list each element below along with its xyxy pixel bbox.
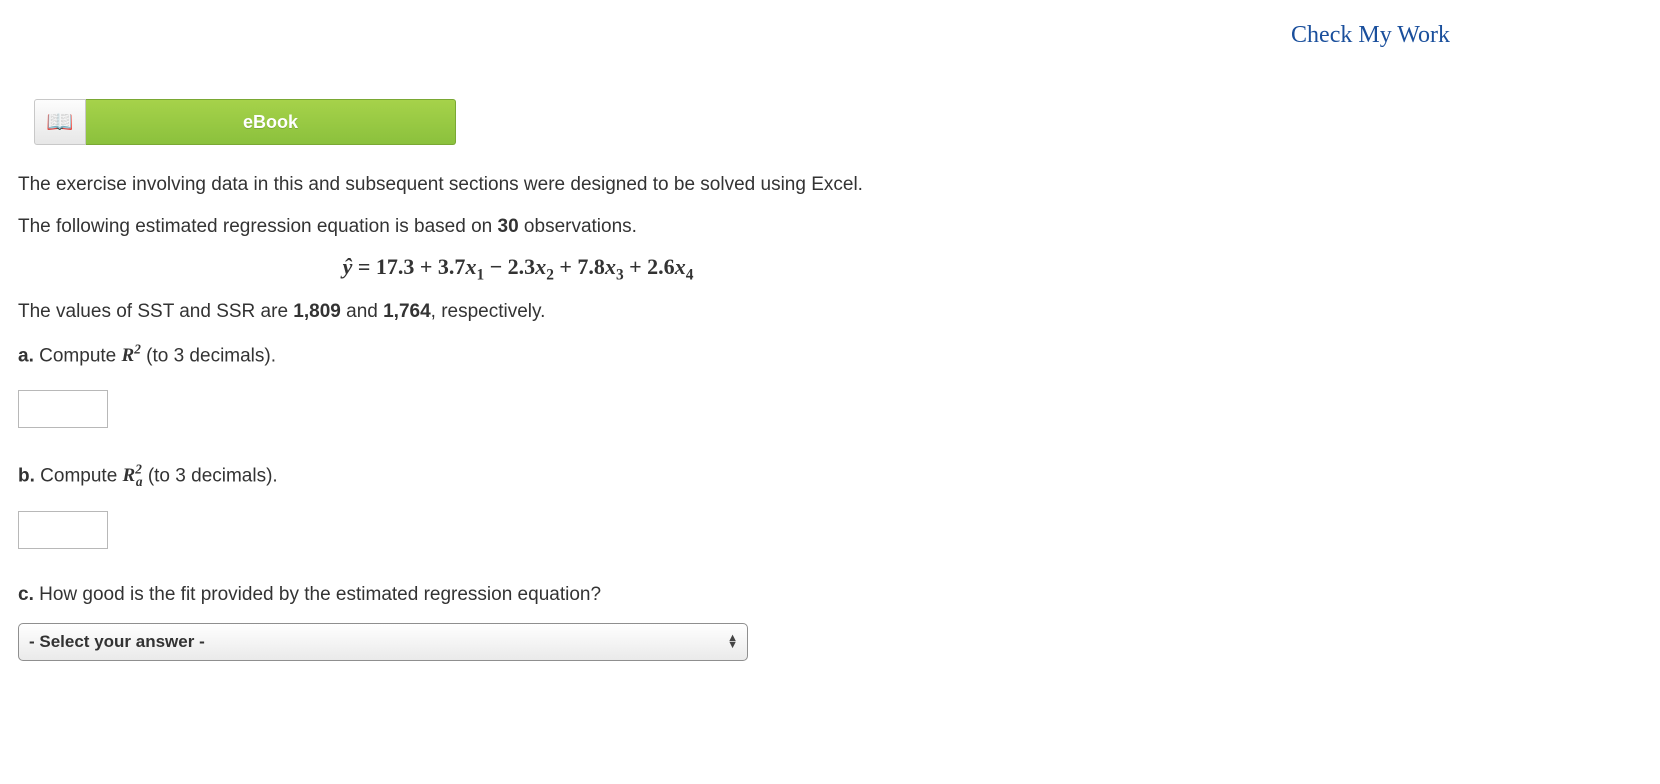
qa-text-pre: Compute xyxy=(34,345,122,366)
regression-equation: ŷ = 17.3 + 3.7x1 − 2.3x2 + 7.8x3 + 2.6x4 xyxy=(18,254,1018,284)
qa-sup: 2 xyxy=(134,342,141,357)
qb-label: b. xyxy=(18,465,35,486)
question-a: a. Compute R2 (to 3 decimals). xyxy=(18,340,1650,370)
sst-value: 1,809 xyxy=(293,301,341,322)
ebook-icon: 📖 xyxy=(34,99,86,145)
ebook-button-group[interactable]: 📖 eBook xyxy=(34,99,1650,145)
question-b: b. Compute R2a (to 3 decimals). xyxy=(18,460,1650,491)
select-display[interactable]: - Select your answer - xyxy=(18,623,748,661)
qa-text-post: (to 3 decimals). xyxy=(141,345,276,366)
qb-sub: a xyxy=(136,474,143,489)
check-my-work-link[interactable]: Check My Work xyxy=(10,10,1650,49)
question-c: c. How good is the fit provided by the e… xyxy=(18,581,1650,609)
qb-symbol: R2a xyxy=(123,465,143,486)
sst-pre: The values of SST and SSR are xyxy=(18,301,293,322)
answer-c-select[interactable]: - Select your answer - ▲▼ xyxy=(18,623,748,661)
ebook-button[interactable]: eBook xyxy=(86,99,456,145)
ssr-value: 1,764 xyxy=(383,301,431,322)
intro-text-1: The exercise involving data in this and … xyxy=(18,171,1650,199)
intro2-pre: The following estimated regression equat… xyxy=(18,216,498,237)
select-placeholder: - Select your answer - xyxy=(29,632,205,652)
qb-text-post: (to 3 decimals). xyxy=(143,465,278,486)
chevron-updown-icon: ▲▼ xyxy=(727,635,738,649)
question-content: The exercise involving data in this and … xyxy=(10,171,1650,661)
qa-label: a. xyxy=(18,345,34,366)
sst-ssr-text: The values of SST and SSR are 1,809 and … xyxy=(18,298,1650,326)
qb-sym: R xyxy=(123,465,136,486)
intro2-post: observations. xyxy=(519,216,637,237)
observation-count: 30 xyxy=(498,216,519,237)
qa-sym: R xyxy=(122,345,135,366)
answer-a-input[interactable] xyxy=(18,390,108,428)
qc-label: c. xyxy=(18,584,34,605)
sst-mid: and xyxy=(341,301,383,322)
qc-text: How good is the fit provided by the esti… xyxy=(34,584,601,605)
qa-symbol: R2 xyxy=(122,345,141,366)
answer-b-input[interactable] xyxy=(18,511,108,549)
sst-post: , respectively. xyxy=(431,301,546,322)
qb-text-pre: Compute xyxy=(35,465,123,486)
intro-text-2: The following estimated regression equat… xyxy=(18,213,1650,241)
